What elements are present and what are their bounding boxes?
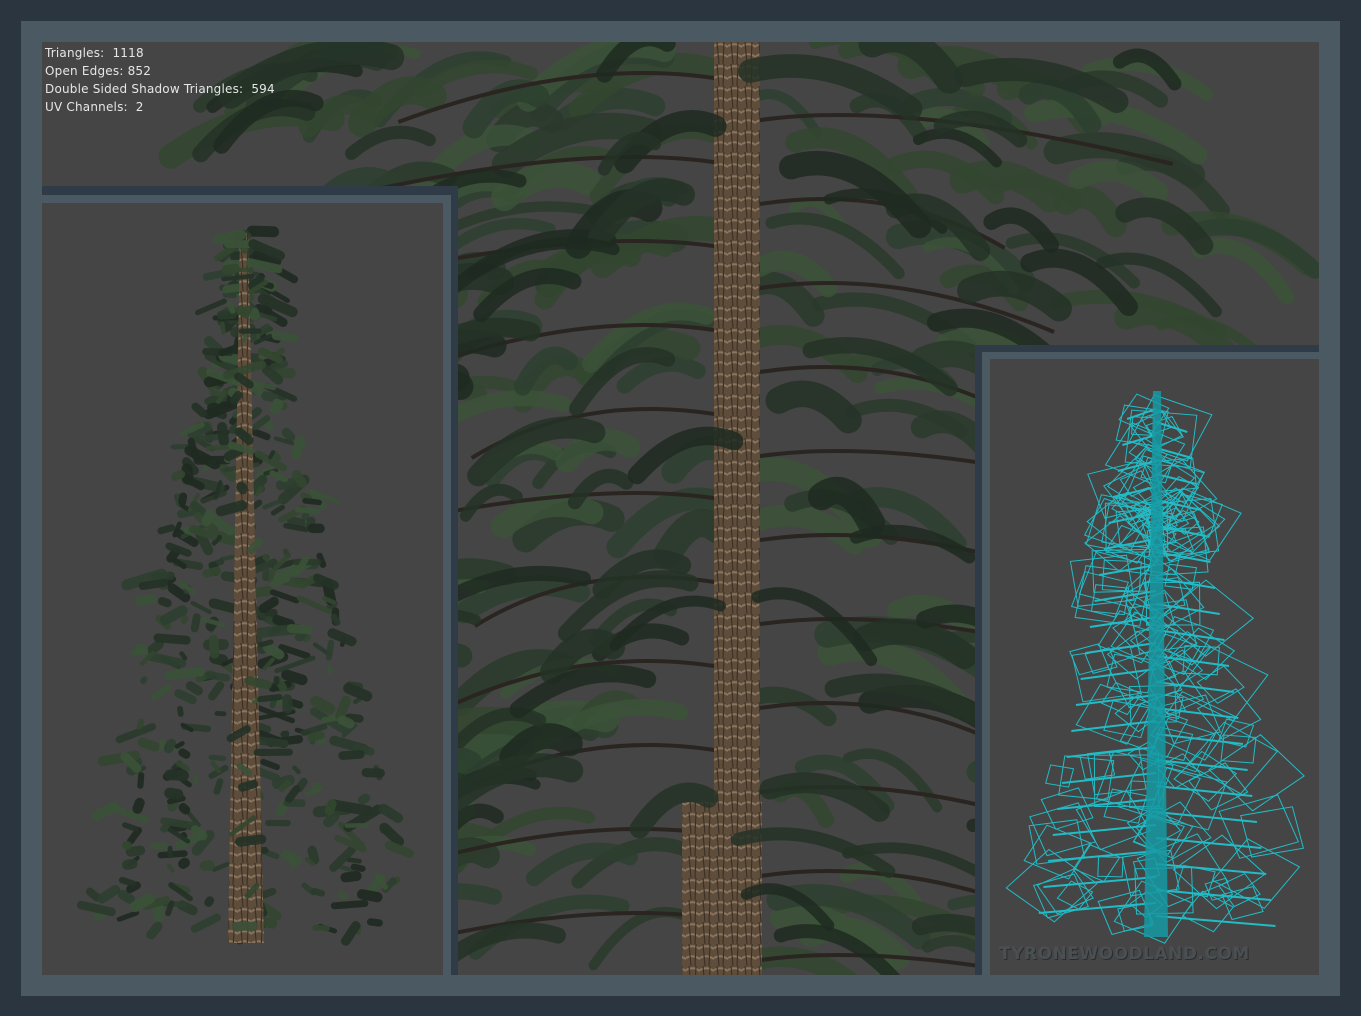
triangles-stat: Triangles: 1118 xyxy=(45,46,144,60)
mesh-stats-overlay: Triangles: 1118 Open Edges: 852 Double S… xyxy=(45,44,275,116)
open-edges-stat: Open Edges: 852 xyxy=(45,64,152,78)
double-sided-stat: Double Sided Shadow Triangles: 594 xyxy=(45,82,275,96)
wireframe-view[interactable] xyxy=(990,359,1319,975)
full-tree-render xyxy=(76,225,415,946)
full-tree-view[interactable] xyxy=(42,203,443,975)
uv-channels-stat: UV Channels: 2 xyxy=(45,100,144,114)
site-watermark: TYRONEWOODLAND.COM xyxy=(999,944,1250,964)
wireframe-tree-render xyxy=(1005,391,1305,944)
